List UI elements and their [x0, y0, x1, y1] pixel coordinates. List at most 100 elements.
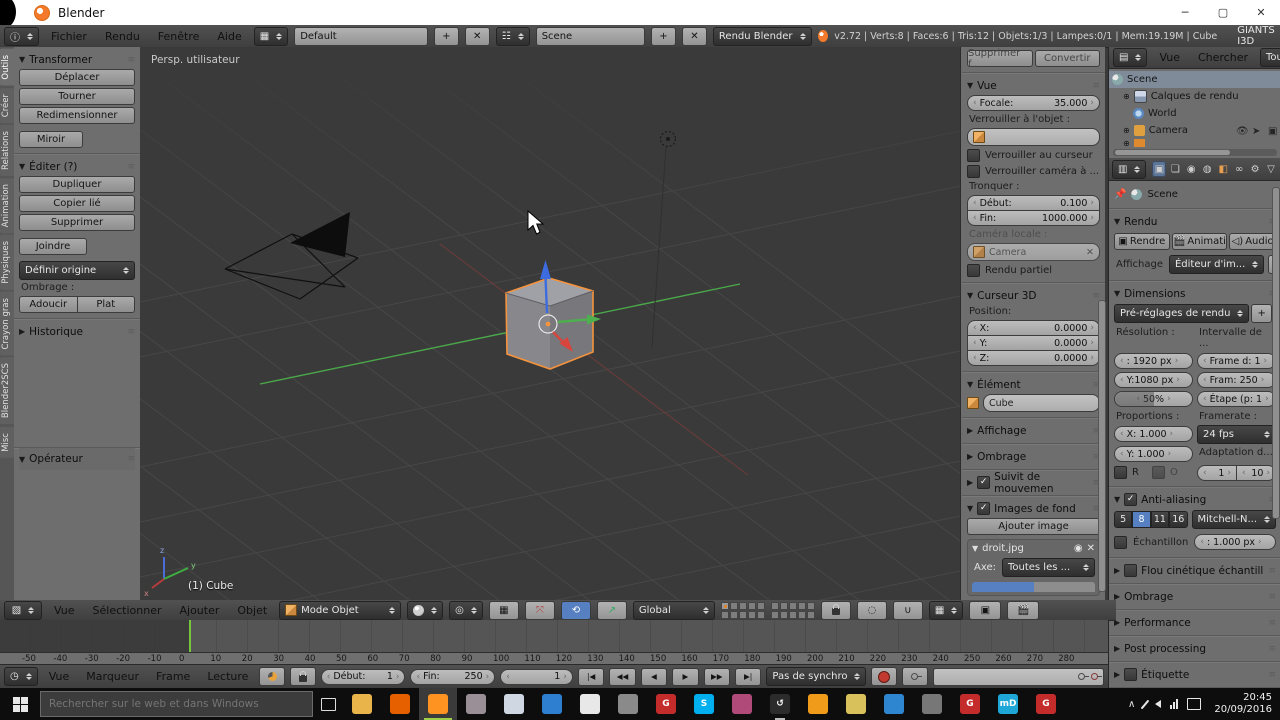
opengl-render-button[interactable]: ▣	[969, 600, 1002, 620]
keying-set-add-button[interactable]	[902, 667, 928, 686]
view3d-menu-selectionner[interactable]: Sélectionner	[87, 604, 168, 617]
screen-layout-icon[interactable]: ▦	[253, 26, 289, 46]
outliner-item-camera[interactable]: ⊕ Camera 👁 ➤ ▣	[1109, 122, 1280, 139]
panel-cursor3d-header[interactable]: ▼ Curseur 3D	[967, 287, 1100, 304]
tab-modifiers-icon[interactable]: ⚙	[1248, 161, 1262, 177]
image-remove-icon[interactable]: ✕	[1087, 543, 1095, 554]
layers-widget-2[interactable]	[770, 601, 815, 619]
add-layout-button[interactable]: +	[433, 26, 459, 46]
tab-scene-icon[interactable]: ◉	[1184, 161, 1198, 177]
tab-creer[interactable]: Créer	[0, 87, 14, 123]
panel-post-processing-header[interactable]: ▶ Post processing	[1114, 640, 1276, 657]
framerate-dropdown[interactable]: 24 fps	[1197, 425, 1276, 444]
panel-motion-blur-header[interactable]: ▶Flou cinétique échantillonn	[1114, 562, 1276, 579]
lock-camera-checkbox[interactable]	[967, 164, 980, 178]
tray-pen-icon[interactable]	[1141, 699, 1150, 709]
timeline-menu-marqueur[interactable]: Marqueur	[80, 670, 145, 683]
delete-button[interactable]: Supprimer	[19, 214, 135, 231]
outliner-menu-vue[interactable]: Vue	[1153, 51, 1186, 64]
taskbar-icon-giants-editor-2[interactable]: G	[951, 688, 989, 720]
render-animation-button[interactable]: 🎬 Animati	[1171, 233, 1228, 250]
clear-camera-icon[interactable]: ✕	[1086, 247, 1094, 258]
adapt-max-field[interactable]: 10	[1237, 465, 1276, 481]
preview-range-toggle[interactable]	[259, 667, 286, 686]
clip-end-field[interactable]: Fin:1000.000	[967, 211, 1100, 226]
cursor-y-field[interactable]: Y:0.0000	[967, 336, 1100, 351]
lock-cursor-row[interactable]: Verrouiller au curseur	[967, 147, 1100, 163]
play-reverse-button[interactable]: ◀	[640, 667, 668, 686]
minimize-button[interactable]: ─	[1166, 1, 1204, 25]
taskbar-icon-calculator[interactable]	[571, 688, 609, 720]
frame-start-field[interactable]: Début:1	[320, 668, 406, 685]
proportional-edit-dropdown[interactable]: ◌	[856, 600, 887, 620]
aa-samples-8[interactable]: 8	[1132, 511, 1151, 528]
taskbar-icon-satellite-app[interactable]	[913, 688, 951, 720]
manipulator-scale-toggle[interactable]: ↗	[596, 600, 627, 620]
render-border-checkbox[interactable]	[967, 263, 980, 277]
taskbar-icon-mudbox[interactable]: mD	[989, 688, 1027, 720]
npanel-scrollbar[interactable]	[1098, 300, 1106, 592]
menu-aide[interactable]: Aide	[211, 30, 247, 43]
tab-crayon-gras[interactable]: Crayon gras	[0, 291, 14, 356]
tab-world-icon[interactable]: ◍	[1200, 161, 1214, 177]
duplicate-button[interactable]: Dupliquer	[19, 176, 135, 193]
jump-prev-keyframe-button[interactable]: ◀◀	[609, 667, 636, 686]
motion-blur-checkbox[interactable]	[1124, 564, 1138, 577]
panel-shading-header[interactable]: ▶ Ombrage	[1114, 588, 1276, 605]
key-insert-icon[interactable]	[1077, 673, 1089, 680]
view3d-menu-vue[interactable]: Vue	[48, 604, 81, 617]
timeline-menu-frame[interactable]: Frame	[150, 670, 196, 683]
menu-rendu[interactable]: Rendu	[99, 30, 146, 43]
panel-editer-header[interactable]: ▼ Éditer (?)	[19, 158, 135, 175]
panel-dimensions-header[interactable]: ▼ Dimensions	[1114, 285, 1276, 302]
view3d-editor-selector[interactable]: ▧	[4, 600, 42, 620]
expand-icon[interactable]: ⊕	[1123, 92, 1130, 101]
panel-stamp-header[interactable]: ▶ Étiquette	[1114, 666, 1276, 683]
move-button[interactable]: Déplacer	[19, 69, 135, 86]
border-checkbox[interactable]	[1114, 465, 1127, 479]
taskbar-clock[interactable]: 20:45 20/09/2016	[1214, 692, 1272, 717]
focal-length-field[interactable]: Focale:35.000	[967, 95, 1100, 111]
play-button[interactable]: ▶	[672, 667, 699, 686]
panel-element-header[interactable]: ▼ Élément	[967, 376, 1100, 393]
shade-smooth-button[interactable]: Adoucir	[19, 296, 78, 313]
frame-end-field[interactable]: Fin:250	[410, 668, 496, 685]
tray-chevron-icon[interactable]: ∧	[1128, 699, 1135, 710]
tab-relations[interactable]: Relations	[0, 124, 14, 176]
expand-icon[interactable]: ⊕	[1123, 126, 1130, 135]
tab-render-layers-icon[interactable]: ❏	[1168, 161, 1182, 177]
editor-type-selector[interactable]: ⓘ	[4, 26, 39, 46]
outliner-filter-dropdown[interactable]: Toutes les s	[1260, 48, 1280, 67]
render-presets-dropdown[interactable]: Pré-réglages de rendu	[1114, 304, 1250, 323]
image-expand-icon[interactable]: ▼	[972, 544, 978, 553]
frame-end-field[interactable]: Fram: 250	[1197, 372, 1276, 388]
frame-lock-toggle[interactable]	[290, 667, 316, 686]
join-button[interactable]: Joindre	[19, 238, 87, 255]
timeline-frames-area[interactable]	[0, 620, 1108, 652]
filter-size-field[interactable]: : 1.000 px	[1194, 534, 1276, 550]
menu-fichier[interactable]: Fichier	[45, 30, 93, 43]
full-sample-checkbox[interactable]	[1114, 535, 1127, 549]
taskbar-icon-blender[interactable]	[419, 688, 457, 720]
camera-object[interactable]	[224, 212, 359, 300]
shade-flat-button[interactable]: Plat	[77, 296, 135, 313]
taskbar-icon-firefox[interactable]	[381, 688, 419, 720]
outliner-item-world[interactable]: World	[1109, 105, 1280, 122]
lock-cursor-checkbox[interactable]	[967, 148, 980, 162]
panel-vue-header[interactable]: ▼ Vue	[967, 77, 1100, 94]
tray-network-icon[interactable]	[1170, 699, 1179, 709]
add-scene-button[interactable]: +	[650, 26, 676, 46]
adapt-min-field[interactable]: 1	[1197, 465, 1237, 481]
antialiasing-checkbox[interactable]	[1124, 493, 1138, 506]
tab-outils[interactable]: Outils	[0, 49, 14, 86]
panel-display-header[interactable]: ▶ Affichage	[967, 422, 1100, 439]
taskbar-icon-orange-app[interactable]	[799, 688, 837, 720]
aa-filter-dropdown[interactable]: Mitchell-N...	[1191, 510, 1276, 529]
resolution-x-field[interactable]: : 1920 px	[1114, 353, 1193, 369]
key-delete-icon[interactable]	[1090, 673, 1102, 680]
viewport-3d[interactable]: z y x Persp. utilisateur (1) Cube	[140, 47, 960, 600]
outliner-item-cube-partial[interactable]: ⊕	[1109, 139, 1280, 147]
task-view-button[interactable]	[313, 688, 343, 720]
delete-layout-button[interactable]: ✕	[464, 26, 490, 46]
mirror-button[interactable]: Miroir	[19, 131, 83, 148]
